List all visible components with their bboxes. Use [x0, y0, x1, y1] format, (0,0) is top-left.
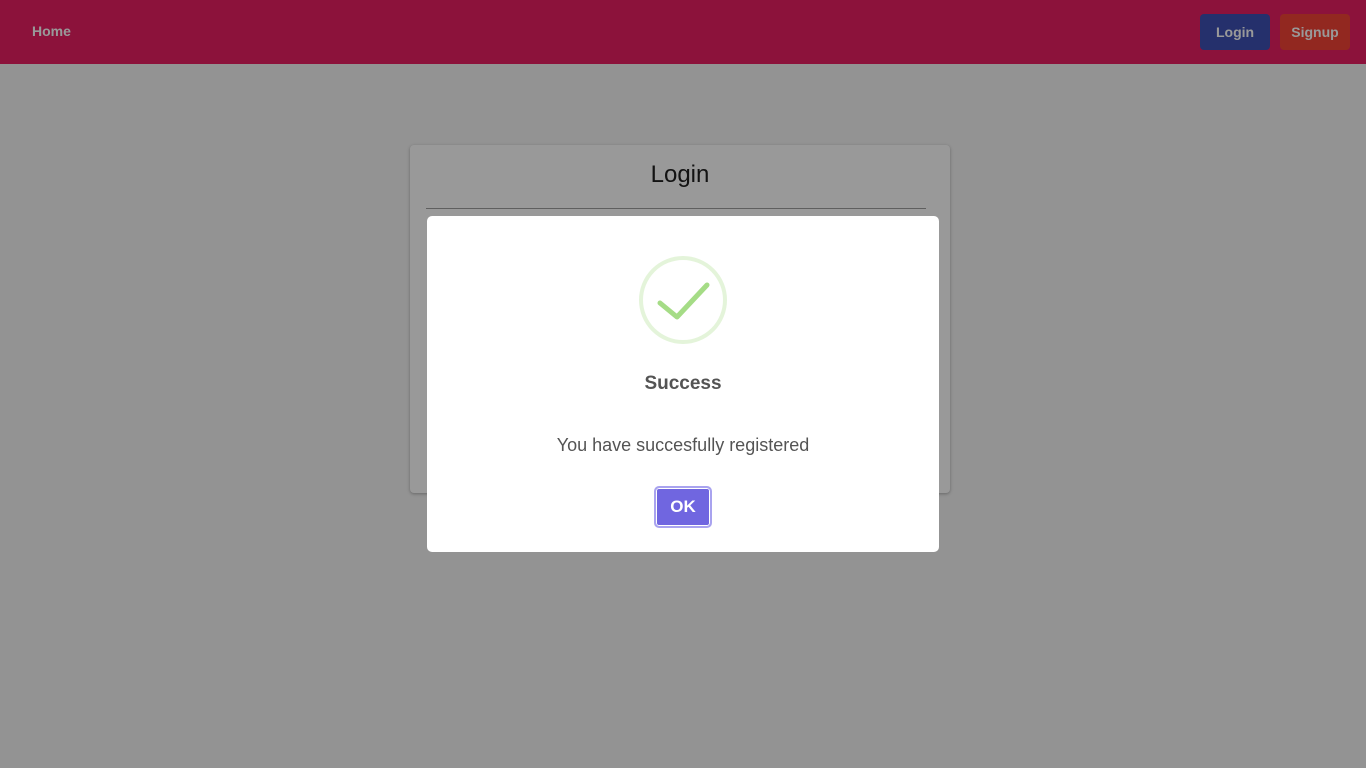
- dialog-title: Success: [644, 373, 722, 394]
- check-circle-icon: [639, 256, 727, 344]
- dialog-message: You have succesfully registered: [556, 435, 810, 455]
- ok-button[interactable]: OK: [654, 486, 712, 528]
- success-dialog: Success You have succesfully registered …: [427, 216, 939, 552]
